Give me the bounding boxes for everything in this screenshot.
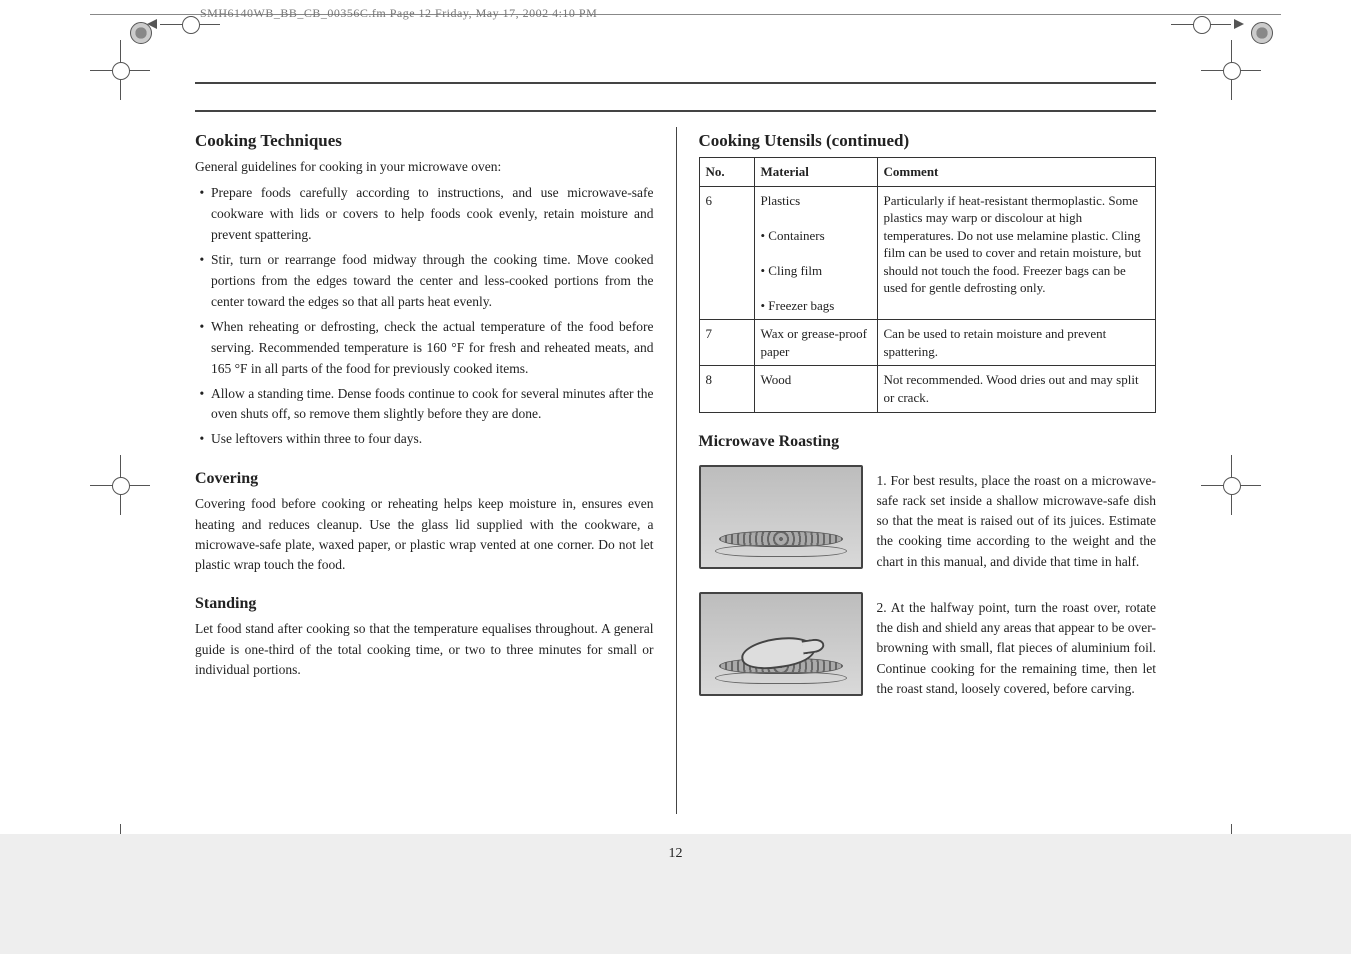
reg-mark-mr <box>1201 455 1261 515</box>
right-heading: Cooking Utensils (continued) <box>699 131 1157 151</box>
subhead-roasting: Microwave Roasting <box>699 433 1157 451</box>
th-comment: Comment <box>877 158 1156 187</box>
standing-para: Let food stand after cooking so that the… <box>195 619 654 680</box>
list-item: Allow a standing time. Dense foods conti… <box>211 384 654 426</box>
cell-mat: Wood <box>754 366 877 412</box>
figure-row-2: 2. At the halfway point, turn the roast … <box>699 592 1157 705</box>
figure-row-1: 1. For best results, place the roast on … <box>699 465 1157 578</box>
page-number: 12 <box>669 846 683 862</box>
materials-table: No. Material Comment 6 Plastics • Contai… <box>699 157 1157 413</box>
list-item: Stir, turn or rearrange food midway thro… <box>211 250 654 313</box>
left-intro: General guidelines for cooking in your m… <box>195 157 654 177</box>
cell-mat: Wax or grease-proof paper <box>754 320 877 366</box>
page-stamp: SMH6140WB_BB_CB_00356C.fm Page 12 Friday… <box>200 6 597 21</box>
cell-mat: Plastics • Containers • Cling film • Fre… <box>754 186 877 320</box>
roast-figure-1 <box>699 465 863 569</box>
subhead-covering: Covering <box>195 470 654 488</box>
cell-com: Can be used to retain moisture and preve… <box>877 320 1156 366</box>
guideline-list: Prepare foods carefully according to ins… <box>195 183 654 450</box>
subhead-standing: Standing <box>195 595 654 613</box>
reg-mark-top-left-arrow <box>160 0 220 54</box>
top-rule-1 <box>195 82 1156 84</box>
cell-no: 7 <box>699 320 754 366</box>
right-column: Cooking Utensils (continued) No. Materia… <box>676 127 1157 814</box>
cell-com: Particularly if heat-resistant thermopla… <box>877 186 1156 320</box>
page-frame: Cooking Techniques General guidelines fo… <box>195 82 1156 814</box>
covering-para: Covering food before cooking or reheatin… <box>195 494 654 575</box>
list-item: When reheating or defrosting, check the … <box>211 317 654 380</box>
figure-2-caption: 2. At the halfway point, turn the roast … <box>877 598 1157 699</box>
top-rule-2 <box>195 110 1156 112</box>
list-item: Use leftovers within three to four days. <box>211 429 654 450</box>
cell-com: Not recommended. Wood dries out and may … <box>877 366 1156 412</box>
table-row: 7 Wax or grease-proof paper Can be used … <box>699 320 1156 366</box>
reg-mark-tl2 <box>90 40 150 100</box>
figure-1-caption: 1. For best results, place the roast on … <box>877 471 1157 572</box>
cell-no: 8 <box>699 366 754 412</box>
list-item: Prepare foods carefully according to ins… <box>211 183 654 246</box>
two-column-layout: Cooking Techniques General guidelines fo… <box>195 127 1156 814</box>
cell-no: 6 <box>699 186 754 320</box>
table-row: 8 Wood Not recommended. Wood dries out a… <box>699 366 1156 412</box>
left-column: Cooking Techniques General guidelines fo… <box>195 127 676 814</box>
th-no: No. <box>699 158 754 187</box>
th-material: Material <box>754 158 877 187</box>
table-row: 6 Plastics • Containers • Cling film • F… <box>699 186 1156 320</box>
reg-mark-tr2 <box>1201 40 1261 100</box>
roast-figure-2 <box>699 592 863 696</box>
left-heading: Cooking Techniques <box>195 131 654 151</box>
reg-mark-ml <box>90 455 150 515</box>
